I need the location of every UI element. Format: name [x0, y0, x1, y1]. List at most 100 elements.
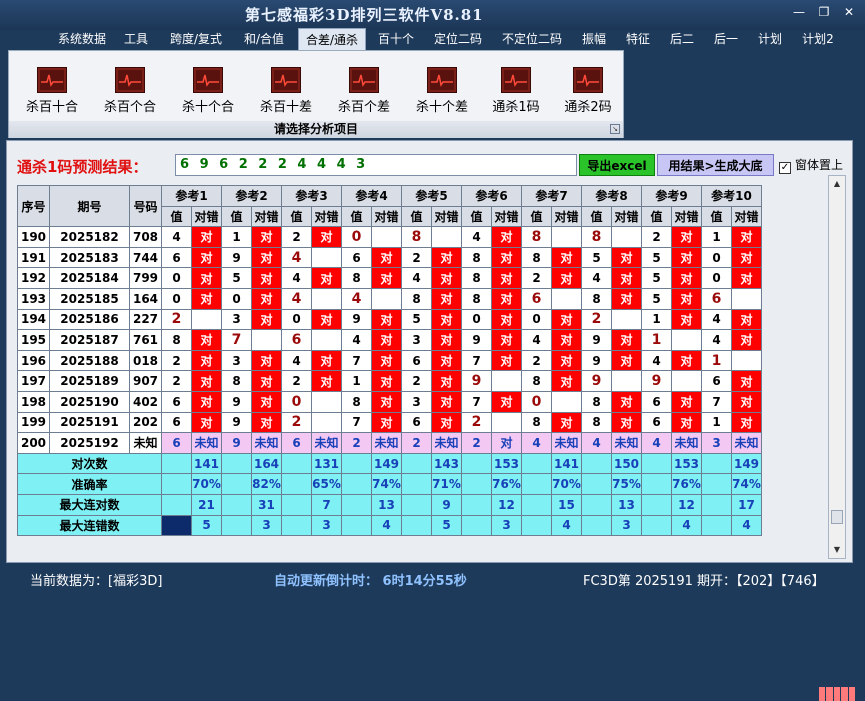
header-seq: 序号: [17, 184, 50, 228]
menu-span[interactable]: 跨度/复式: [162, 28, 230, 50]
export-excel-button[interactable]: 导出excel: [579, 154, 655, 176]
table-row[interactable]: 194 2025186 227 2 3 对 0 对 9 对 5 对 0 对 0 对 2 1 对 4 对: [17, 308, 762, 331]
row-period: 2025188: [49, 349, 130, 372]
row-seq: 197: [17, 370, 50, 392]
header-value: 值: [461, 205, 492, 228]
table-row[interactable]: 193 2025185 164 0 对 0 对 4 4 8 对 8 对 6 8 对 5 对 6: [17, 287, 762, 310]
kill-bai-shi-cha-button[interactable]: 杀百十差: [249, 65, 323, 117]
kill-2-code-button[interactable]: 通杀2码: [551, 65, 625, 117]
cell-hit: 对: [491, 246, 522, 269]
chart-icon: [271, 67, 301, 93]
row-period: 2025186: [49, 308, 130, 331]
stats-value: 4: [551, 514, 582, 537]
header-value: 值: [641, 205, 672, 228]
menu-sum[interactable]: 和/合值: [236, 28, 292, 50]
chart-icon: [573, 67, 603, 93]
cell-value: 0: [161, 287, 192, 310]
menu-last2[interactable]: 后二: [664, 28, 700, 50]
cell-value: 6: [161, 390, 192, 413]
cell-miss: [311, 287, 342, 310]
cell-hit: 对: [371, 370, 402, 392]
scroll-up-icon[interactable]: ▲: [829, 176, 845, 192]
scroll-down-icon[interactable]: ▼: [829, 542, 845, 558]
stats-label: 最大连错数: [17, 514, 162, 537]
cell-value: 8: [341, 267, 372, 289]
stats-spacer: [281, 514, 312, 537]
cell-value: 6: [521, 287, 552, 310]
table-row[interactable]: 196 2025188 018 2 对 3 对 4 对 7 对 6 对 7 对 2 对 9 对 4 对 1: [17, 349, 762, 372]
cell-hit: 对: [671, 411, 702, 434]
header-ref: 参考9: [641, 185, 702, 207]
cell-hit: 对: [551, 411, 582, 434]
menu-system-data[interactable]: 系统数据: [52, 28, 112, 50]
scroll-thumb[interactable]: [831, 510, 843, 524]
kill-1-code-button[interactable]: 通杀1码: [479, 65, 553, 117]
cell-hit: 对: [431, 308, 462, 331]
cell-status: 对: [491, 432, 522, 454]
cell-hit: 对: [431, 246, 462, 269]
menu-tools[interactable]: 工具: [118, 28, 154, 50]
prediction-row[interactable]: 200 2025192 未知 6 未知 9 未知 6 未知 2 未知 2 未知 2 对 4 未知 4 未知 4 未知 3 未…: [17, 432, 762, 454]
stats-value: 4: [371, 514, 402, 537]
table-row[interactable]: 198 2025190 402 6 对 9 对 0 8 对 3 对 7 对 0 8 对 6 对 7 对: [17, 390, 762, 413]
header-hit: 对错: [551, 205, 582, 228]
menu-last1[interactable]: 后一: [708, 28, 744, 50]
menu-nonposition2[interactable]: 不定位二码: [496, 28, 568, 50]
row-period: 2025182: [49, 226, 130, 248]
vertical-scrollbar[interactable]: ▲ ▼: [828, 175, 846, 559]
dialog-launcher-icon[interactable]: ↘: [610, 124, 620, 134]
kill-bai-ge-cha-button[interactable]: 杀百个差: [327, 65, 401, 117]
cell-hit: 对: [491, 329, 522, 351]
stats-value: 7: [311, 493, 342, 516]
generate-base-button[interactable]: 用结果>生成大底: [657, 154, 774, 176]
table-row[interactable]: 190 2025182 708 4 对 1 对 2 对 0 8 4 对 8 8 2 对 1 对: [17, 226, 762, 248]
stats-value: 141: [551, 452, 582, 475]
menu-plan2[interactable]: 计划2: [796, 28, 840, 50]
cell-value: 9: [581, 349, 612, 372]
cell-value: 8: [221, 370, 252, 392]
cell-status: 未知: [311, 432, 342, 454]
cell-value: 6: [161, 411, 192, 434]
cell-hit: 对: [371, 246, 402, 269]
cell-hit: 对: [611, 329, 642, 351]
cell-value: 2: [341, 432, 372, 454]
topmost-checkbox[interactable]: ✓ 窗体置上: [779, 156, 843, 174]
result-field[interactable]: 6 9 6 2 2 2 4 4 4 3: [175, 154, 577, 176]
menu-combo-diff[interactable]: 合差/通杀: [298, 28, 366, 50]
stats-spacer: [401, 473, 432, 495]
cell-value: 8: [521, 411, 552, 434]
kill-shi-ge-cha-button[interactable]: 杀十个差: [405, 65, 479, 117]
table-row[interactable]: 199 2025191 202 6 对 9 对 2 7 对 6 对 2 8 对 8 对 6 对 1 对: [17, 411, 762, 434]
menu-amplitude[interactable]: 振幅: [576, 28, 612, 50]
cell-hit: 对: [191, 246, 222, 269]
minimize-icon[interactable]: —: [790, 4, 808, 20]
cell-hit: 对: [431, 267, 462, 289]
stats-value: 82%: [251, 473, 282, 495]
header-ref: 参考3: [281, 185, 342, 207]
table-row[interactable]: 192 2025184 799 0 对 5 对 4 对 8 对 4 对 8 对 2 对 4 对 5 对 0 对: [17, 267, 762, 289]
cell-hit: 对: [371, 390, 402, 413]
cell-value: 8: [461, 287, 492, 310]
kill-bai-ge-he-button[interactable]: 杀百个合: [93, 65, 167, 117]
menu-plan[interactable]: 计划: [752, 28, 788, 50]
table-row[interactable]: 195 2025187 761 8 对 7 6 4 对 3 对 9 对 4 对 9 对 1 4 对: [17, 329, 762, 351]
cell-hit: 对: [311, 349, 342, 372]
stats-spacer: [221, 473, 252, 495]
stats-spacer: [461, 493, 492, 516]
menu-feature[interactable]: 特征: [620, 28, 656, 50]
kill-bai-shi-he-button[interactable]: 杀百十合: [15, 65, 89, 117]
stats-value: 70%: [551, 473, 582, 495]
cell-value: 9: [581, 370, 612, 392]
stats-spacer: [401, 514, 432, 537]
stats-spacer: [521, 473, 552, 495]
table-row[interactable]: 191 2025183 744 6 对 9 对 4 6 对 2 对 8 对 8 对 5 对 5 对 0 对: [17, 246, 762, 269]
table-row[interactable]: 197 2025189 907 2 对 8 对 2 对 1 对 2 对 9 8 对 9 9 6 对: [17, 370, 762, 392]
restore-icon[interactable]: ❐: [815, 4, 833, 20]
kill-shi-ge-he-button[interactable]: 杀十个合: [171, 65, 245, 117]
menu-position2[interactable]: 定位二码: [428, 28, 488, 50]
stats-row: 准确率 70% 82% 65% 74% 71% 76% 70% 75% 76% 74%: [17, 473, 762, 495]
cell-miss: [311, 329, 342, 351]
cell-value: 6: [281, 329, 312, 351]
close-icon[interactable]: ✕: [840, 4, 858, 20]
menu-digits[interactable]: 百十个: [372, 28, 420, 50]
